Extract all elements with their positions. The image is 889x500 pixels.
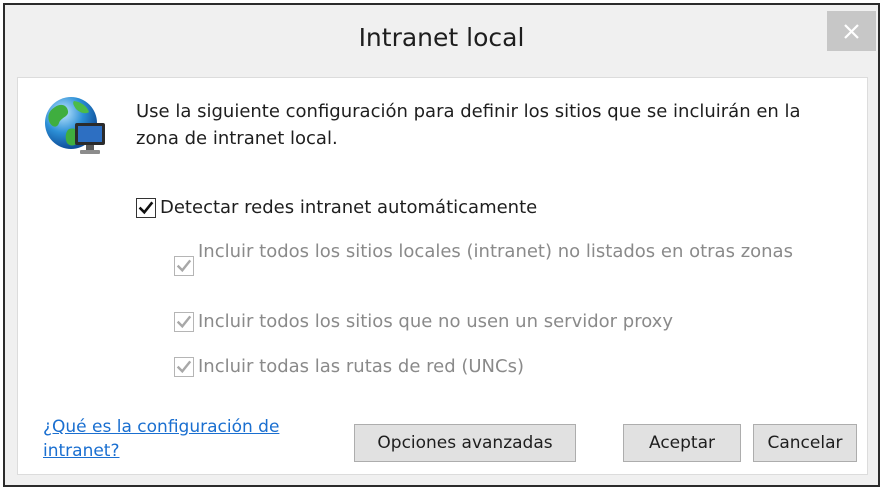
content-panel: Use la siguiente configuración para defi… — [17, 77, 868, 475]
title-bar[interactable]: Intranet local — [5, 5, 878, 77]
checkbox-row-no-proxy[interactable]: Incluir todos los sitios que no usen un … — [174, 310, 673, 334]
local-sites-label: Incluir todos los sitios locales (intran… — [198, 241, 793, 262]
checkmark-icon — [176, 259, 192, 273]
no-proxy-label: Incluir todos los sitios que no usen un … — [198, 311, 673, 332]
close-button[interactable] — [827, 11, 876, 51]
auto-detect-checkbox[interactable] — [136, 198, 156, 218]
checkmark-icon — [138, 201, 154, 215]
ok-button[interactable]: Aceptar — [623, 424, 741, 462]
local-sites-checkbox[interactable] — [174, 256, 194, 276]
unc-paths-checkbox[interactable] — [174, 357, 194, 377]
close-icon — [844, 24, 859, 39]
dialog-title: Intranet local — [358, 23, 525, 52]
description-text: Use la siguiente configuración para defi… — [136, 101, 801, 149]
advanced-options-button[interactable]: Opciones avanzadas — [354, 424, 576, 462]
checkbox-row-auto-detect[interactable]: Detectar redes intranet automáticamente — [136, 196, 537, 220]
checkbox-row-unc-paths[interactable]: Incluir todas las rutas de red (UNCs) — [174, 355, 524, 379]
unc-paths-label: Incluir todas las rutas de red (UNCs) — [198, 356, 524, 377]
auto-detect-label: Detectar redes intranet automáticamente — [160, 197, 538, 218]
no-proxy-checkbox[interactable] — [174, 312, 194, 332]
checkmark-icon — [176, 315, 192, 329]
checkmark-icon — [176, 360, 192, 374]
checkbox-row-local-sites[interactable]: Incluir todos los sitios locales (intran… — [174, 240, 824, 276]
cancel-button[interactable]: Cancelar — [753, 424, 857, 462]
intranet-dialog: Intranet local Use la siguiente configur… — [3, 3, 880, 487]
intranet-globe-icon — [45, 97, 105, 154]
intranet-help-link[interactable]: ¿Qué es la configuración de intranet? — [43, 415, 303, 463]
